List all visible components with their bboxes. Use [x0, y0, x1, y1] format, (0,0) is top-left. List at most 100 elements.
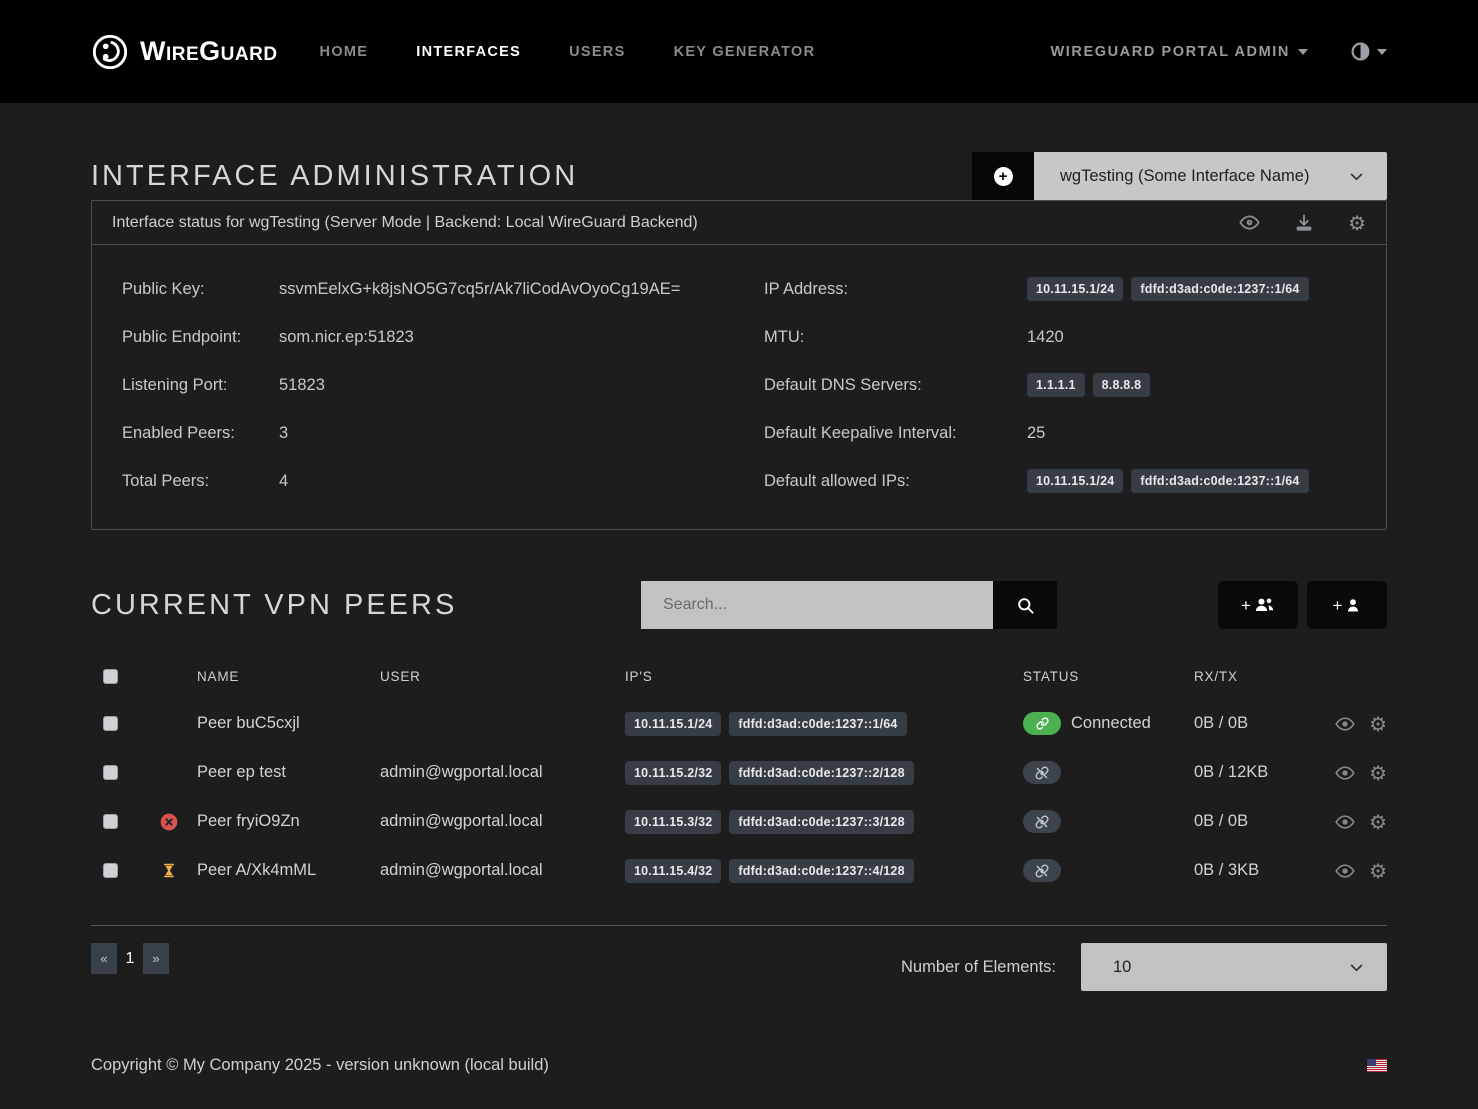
field-label: Default DNS Servers: [764, 376, 1027, 395]
select-all-checkbox[interactable] [103, 669, 118, 684]
keepalive-row: Default Keepalive Interval: 25 [764, 409, 1356, 457]
col-ips: IP'S [625, 669, 1023, 684]
dns-badge: 1.1.1.1 [1027, 373, 1085, 397]
view-config-eye-icon[interactable] [1239, 212, 1260, 233]
peer-name: Peer A/Xk4mML [197, 861, 380, 880]
page-title: INTERFACE ADMINISTRATION [91, 160, 578, 193]
peer-ip-badge: fdfd:d3ad:c0de:1237::4/128 [729, 859, 913, 883]
elements-count-label: Number of Elements: [901, 958, 1056, 977]
row-checkbox[interactable] [103, 716, 118, 731]
field-label: Public Key: [122, 280, 279, 299]
theme-half-circle-icon [1350, 41, 1371, 62]
field-label: IP Address: [764, 280, 1027, 299]
ip-badge: fdfd:d3ad:c0de:1237::1/64 [1131, 277, 1308, 301]
brand[interactable]: WireGuard [91, 33, 278, 71]
connected-link-icon [1023, 712, 1061, 735]
brand-name: WireGuard [140, 36, 278, 67]
total-peers-row: Total Peers: 4 [122, 457, 764, 505]
nav-links: HOME INTERFACES USERS KEY GENERATOR [320, 44, 816, 60]
interface-settings-gear-icon[interactable]: ⚙ [1348, 213, 1366, 233]
ip-badge: 10.11.15.1/24 [1027, 277, 1123, 301]
nav-home[interactable]: HOME [320, 44, 369, 60]
peer-name: Peer ep test [197, 763, 380, 782]
peer-rxtx: 0B / 3KB [1194, 861, 1322, 880]
users-group-icon [1254, 596, 1275, 614]
peer-name: Peer fryiO9Zn [197, 812, 380, 831]
interface-select-value: wgTesting (Some Interface Name) [1060, 167, 1309, 186]
table-row: Peer buC5cxjl 10.11.15.1/24 fdfd:d3ad:c0… [91, 699, 1387, 748]
peer-view-eye-icon[interactable] [1335, 861, 1355, 881]
row-checkbox[interactable] [103, 863, 118, 878]
row-checkbox[interactable] [103, 814, 118, 829]
add-peer-button[interactable]: + [1307, 581, 1387, 629]
pagination-prev-button[interactable]: « [91, 943, 117, 974]
field-value: 51823 [279, 376, 325, 395]
peer-settings-gear-icon[interactable]: ⚙ [1369, 812, 1387, 832]
field-value: ssvmEelxG+k8jsNO5G7cq5r/Ak7liCodAvOyoCg1… [279, 280, 680, 299]
download-config-icon[interactable] [1294, 213, 1314, 233]
elements-count-select[interactable]: 10 [1081, 943, 1387, 991]
field-label: Default Keepalive Interval: [764, 424, 1027, 443]
us-flag-language-icon[interactable] [1367, 1059, 1387, 1072]
field-value: 3 [279, 424, 288, 443]
pagination: « 1 » [91, 943, 169, 974]
peer-view-eye-icon[interactable] [1335, 714, 1355, 734]
status-card-right-column: IP Address: 10.11.15.1/24 fdfd:d3ad:c0de… [764, 265, 1356, 505]
plus-circle-icon: + [994, 167, 1013, 186]
add-multiple-peers-button[interactable]: + [1218, 581, 1298, 629]
peer-rxtx: 0B / 0B [1194, 714, 1322, 733]
col-name: NAME [197, 669, 380, 684]
search-input[interactable] [641, 581, 993, 629]
nav-interfaces[interactable]: INTERFACES [416, 44, 521, 60]
public-key-row: Public Key: ssvmEelxG+k8jsNO5G7cq5r/Ak7l… [122, 265, 764, 313]
disconnected-link-slash-icon [1023, 859, 1061, 882]
peer-view-eye-icon[interactable] [1335, 763, 1355, 783]
public-endpoint-row: Public Endpoint: som.nicr.ep:51823 [122, 313, 764, 361]
peers-section-title: CURRENT VPN PEERS [91, 589, 641, 622]
ip-address-row: IP Address: 10.11.15.1/24 fdfd:d3ad:c0de… [764, 265, 1356, 313]
peer-expiring-hourglass-icon [141, 860, 197, 881]
allowed-ip-badge: fdfd:d3ad:c0de:1237::1/64 [1131, 469, 1308, 493]
peer-view-eye-icon[interactable] [1335, 812, 1355, 832]
field-value: 4 [279, 472, 288, 491]
user-icon [1345, 597, 1361, 614]
peer-settings-gear-icon[interactable]: ⚙ [1369, 861, 1387, 881]
table-row: Peer fryiO9Zn admin@wgportal.local 10.11… [91, 797, 1387, 846]
allowed-ip-badge: 10.11.15.1/24 [1027, 469, 1123, 493]
nav-key-generator[interactable]: KEY GENERATOR [674, 44, 816, 60]
field-label: MTU: [764, 328, 1027, 347]
dns-badge: 8.8.8.8 [1093, 373, 1151, 397]
add-interface-button[interactable]: + [972, 152, 1034, 200]
chevron-down-icon [1348, 168, 1365, 185]
search-button[interactable] [993, 581, 1057, 629]
pagination-next-button[interactable]: » [143, 943, 169, 974]
nav-users[interactable]: USERS [569, 44, 625, 60]
peer-user: admin@wgportal.local [380, 763, 625, 782]
field-value: 1420 [1027, 328, 1064, 347]
copyright-text: Copyright © My Company 2025 - version un… [91, 1056, 549, 1075]
peer-ip-badge: 10.11.15.4/32 [625, 859, 721, 883]
peer-expired-icon [141, 812, 197, 832]
field-label: Default allowed IPs: [764, 472, 1027, 491]
field-value: 25 [1027, 424, 1045, 443]
peer-ip-badge: fdfd:d3ad:c0de:1237::3/128 [729, 810, 913, 834]
peer-rxtx: 0B / 12KB [1194, 763, 1322, 782]
status-card-left-column: Public Key: ssvmEelxG+k8jsNO5G7cq5r/Ak7l… [122, 265, 764, 505]
listening-port-row: Listening Port: 51823 [122, 361, 764, 409]
row-checkbox[interactable] [103, 765, 118, 780]
peer-settings-gear-icon[interactable]: ⚙ [1369, 714, 1387, 734]
search-icon [1016, 596, 1035, 615]
interface-select[interactable]: wgTesting (Some Interface Name) [1034, 152, 1387, 200]
pagination-current-page[interactable]: 1 [117, 943, 143, 974]
peers-table: NAME USER IP'S STATUS RX/TX Peer buC5cxj… [91, 653, 1387, 926]
caret-down-icon [1377, 49, 1387, 55]
theme-toggle-dropdown[interactable] [1350, 41, 1387, 62]
dns-servers-row: Default DNS Servers: 1.1.1.1 8.8.8.8 [764, 361, 1356, 409]
peer-ip-badge: fdfd:d3ad:c0de:1237::1/64 [729, 712, 906, 736]
user-menu-dropdown[interactable]: WIREGUARD PORTAL ADMIN [1050, 44, 1308, 60]
peer-rxtx: 0B / 0B [1194, 812, 1322, 831]
peer-ip-badge: 10.11.15.3/32 [625, 810, 721, 834]
table-row: Peer A/Xk4mML admin@wgportal.local 10.11… [91, 846, 1387, 895]
peer-settings-gear-icon[interactable]: ⚙ [1369, 763, 1387, 783]
disconnected-link-slash-icon [1023, 761, 1061, 784]
